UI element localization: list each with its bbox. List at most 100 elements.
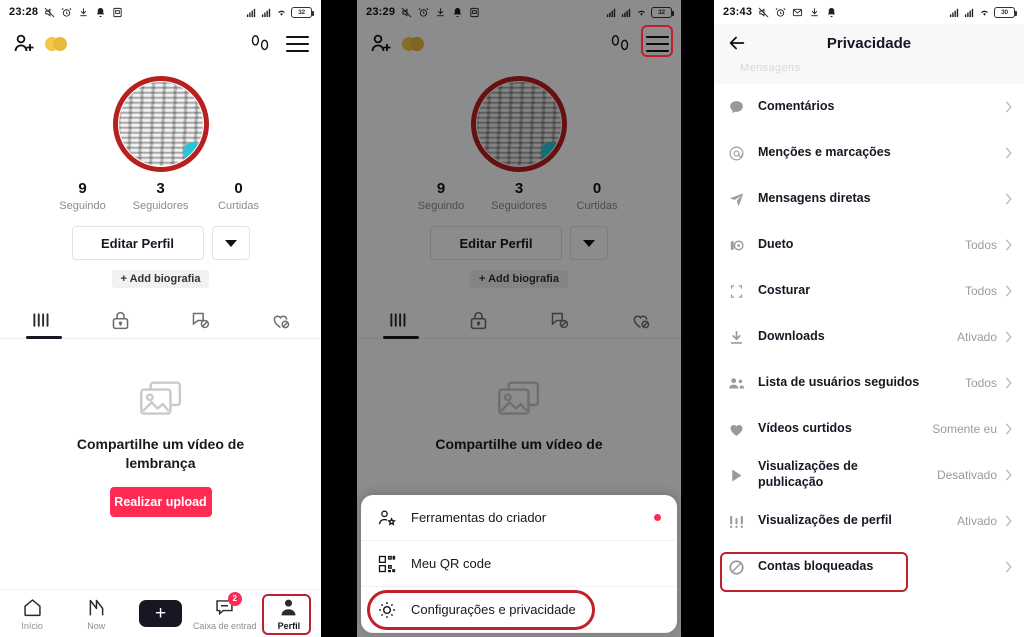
privacy-row-label: Lista de usuários seguidos — [758, 375, 920, 390]
tab-posts[interactable] — [0, 302, 80, 338]
privacy-row-label: Visualizações de perfil — [758, 513, 892, 528]
chevron-right-icon — [1005, 469, 1012, 481]
wifi-icon — [276, 7, 287, 18]
privacy-row-direct-messages[interactable]: Mensagens diretas — [714, 176, 1024, 222]
nav-now[interactable]: Now — [64, 597, 128, 631]
photos-placeholder-icon — [137, 377, 185, 421]
privacy-row-stitch[interactable]: Costurar Todos — [714, 268, 1024, 314]
profile-views-icon — [728, 513, 745, 530]
wifi-icon — [979, 7, 990, 18]
options-bottom-sheet: Ferramentas do criador Meu QR code Confi… — [361, 495, 677, 633]
coins-icon[interactable] — [45, 36, 67, 52]
nav-home[interactable]: Início — [0, 597, 64, 631]
privacy-row-post-views[interactable]: Visualizações de publicação Desativado — [714, 452, 1024, 498]
status-left-icons — [44, 7, 123, 18]
hamburger-menu-icon[interactable] — [286, 36, 309, 52]
download-icon — [78, 7, 89, 18]
profile-dropdown-button[interactable] — [211, 226, 250, 260]
footprint-icon[interactable] — [248, 33, 272, 55]
chevron-right-icon — [1005, 147, 1012, 159]
heart-icon — [728, 421, 745, 438]
qr-code-icon — [377, 554, 397, 574]
tab-reposts[interactable] — [161, 302, 241, 338]
sheet-item-label: Configurações e privacidade — [411, 602, 576, 617]
status-right-icons: 30 — [949, 6, 1018, 18]
bell-icon — [95, 7, 106, 18]
privacy-row-liked-videos[interactable]: Vídeos curtidos Somente eu — [714, 406, 1024, 452]
privacy-row-comments[interactable]: Comentários — [714, 84, 1024, 130]
stat-followers[interactable]: 3 Seguidores — [122, 180, 200, 212]
lock-private-icon — [110, 310, 131, 331]
chevron-right-icon — [1005, 239, 1012, 251]
blocked-icon — [728, 559, 745, 576]
repost-off-icon — [190, 310, 211, 331]
battery-icon: 32 — [291, 6, 315, 18]
privacy-row-label: Costurar — [758, 283, 811, 298]
status-clock: 23:28 — [9, 6, 39, 18]
phone-panel-profile: 23:28 32 9 Seguindo 3 Seguidores 0 Curti… — [0, 0, 321, 637]
add-user-icon[interactable] — [12, 32, 36, 56]
heart-off-icon — [270, 310, 291, 331]
status-bar: 23:28 32 — [0, 0, 321, 24]
create-plus-icon[interactable]: + — [135, 600, 186, 627]
play-icon — [728, 467, 745, 484]
privacy-row-value: Desativado — [936, 468, 997, 482]
privacy-row-downloads[interactable]: Downloads Ativado — [714, 314, 1024, 360]
sheet-item-qr-code[interactable]: Meu QR code — [361, 541, 677, 587]
privacy-row-label: Menções e marcações — [758, 145, 891, 160]
download-icon — [809, 7, 820, 18]
privacy-row-value: Todos — [964, 284, 997, 298]
privacy-row-label: Downloads — [758, 329, 825, 344]
nav-inbox[interactable]: 2 Caixa de entrad — [193, 591, 257, 631]
tab-private[interactable] — [80, 302, 160, 338]
stat-label: Curtidas — [218, 200, 259, 212]
chevron-right-icon — [1005, 377, 1012, 389]
battery-level: 30 — [1001, 8, 1008, 16]
following-list-icon — [728, 375, 745, 392]
stat-value: 9 — [78, 180, 87, 197]
nav-label: Now — [87, 620, 106, 631]
tab-liked[interactable] — [241, 302, 321, 338]
nav-create[interactable]: + — [128, 600, 192, 627]
edit-profile-button[interactable]: Editar Perfil — [71, 226, 204, 260]
alarm-icon — [61, 7, 72, 18]
alarm-icon — [775, 7, 786, 18]
profile-tabs — [0, 302, 321, 339]
mute-icon — [758, 7, 769, 18]
phone-panel-privacy: 23:43 30 Privacidade Mensagens Comentári… — [714, 0, 1024, 637]
stat-label: Seguindo — [59, 200, 106, 212]
stat-likes[interactable]: 0 Curtidas — [200, 180, 278, 212]
scrolled-partial-text: Mensagens — [714, 62, 1024, 84]
stat-value: 3 — [156, 180, 165, 197]
privacy-row-value: Todos — [964, 238, 997, 252]
stat-following[interactable]: 9 Seguindo — [44, 180, 122, 212]
privacy-row-label: Comentários — [758, 99, 835, 114]
privacy-row-label: Contas bloqueadas — [758, 559, 874, 574]
screenshot-stage: 23:28 32 9 Seguindo 3 Seguidores 0 Curti… — [0, 0, 1024, 637]
status-right-icons: 32 — [246, 6, 315, 18]
privacy-row-value: Somente eu — [932, 422, 997, 436]
inbox-badge: 2 — [227, 591, 242, 606]
stitch-icon — [728, 283, 745, 300]
privacy-row-duet[interactable]: Dueto Todos — [714, 222, 1024, 268]
sheet-item-settings-privacy[interactable]: Configurações e privacidade — [361, 587, 677, 633]
avatar-highlight-ring — [112, 76, 209, 172]
privacy-list: Comentários Menções e marcações Mensagen… — [714, 84, 1024, 592]
avatar-container[interactable] — [0, 74, 321, 174]
privacy-row-following-list[interactable]: Lista de usuários seguidos Todos — [714, 360, 1024, 406]
signal-icon — [949, 7, 960, 18]
upload-button[interactable]: Realizar upload — [109, 486, 212, 517]
add-bio-button[interactable]: + Add biografia — [111, 270, 210, 288]
notification-dot — [654, 514, 661, 521]
bottom-nav: Início Now + 2 Caixa de entrad Perfil — [0, 589, 321, 637]
download-icon — [728, 329, 745, 346]
chevron-right-icon — [1005, 101, 1012, 113]
profile-person-icon — [278, 597, 299, 618]
nav-profile[interactable]: Perfil — [257, 597, 321, 631]
privacy-row-blocked-accounts[interactable]: Contas bloqueadas — [714, 544, 1024, 590]
privacy-row-mentions[interactable]: Menções e marcações — [714, 130, 1024, 176]
sheet-item-creator-tools[interactable]: Ferramentas do criador — [361, 495, 677, 541]
signal-icon — [964, 7, 975, 18]
privacy-row-profile-views[interactable]: Visualizações de perfil Ativado — [714, 498, 1024, 544]
sheet-item-label: Meu QR code — [411, 556, 492, 571]
